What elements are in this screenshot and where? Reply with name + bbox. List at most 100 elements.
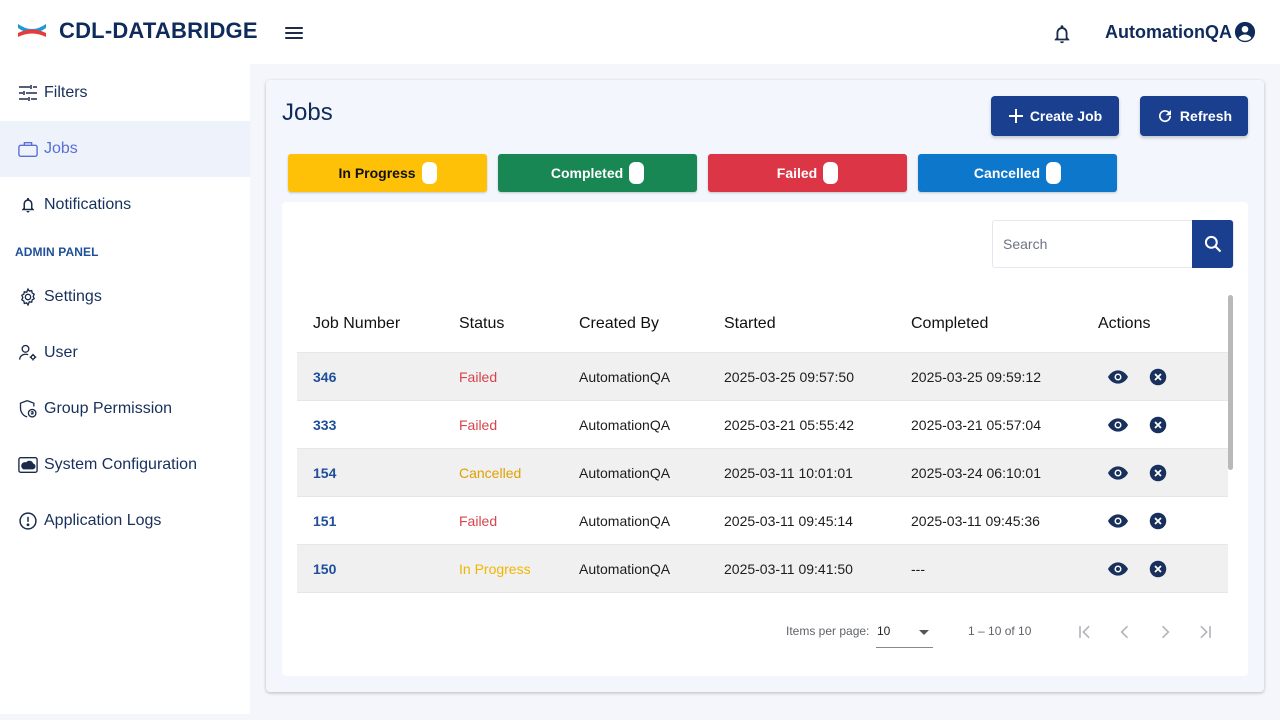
sidebar-item-system-configuration[interactable]: System Configuration — [0, 437, 250, 493]
job-number-link[interactable]: 151 — [313, 513, 336, 529]
shield-icon — [18, 399, 38, 419]
status-chip-label: Failed — [776, 165, 818, 181]
table-row: 346 Failed AutomationQA 2025-03-25 09:57:50… — [297, 353, 1228, 401]
cancel-job-icon[interactable] — [1147, 558, 1169, 580]
job-status: In Progress — [459, 560, 531, 577]
items-per-page-value: 10 — [877, 624, 891, 638]
status-chip-in-progress[interactable]: In Progress — [288, 154, 487, 192]
job-completed: 2025-03-24 06:10:01 — [911, 464, 1041, 481]
first-page-icon — [1079, 625, 1090, 639]
chevron-left-icon — [1120, 625, 1129, 639]
column-header-completed[interactable]: Completed — [911, 315, 1098, 333]
job-started: 2025-03-11 09:41:50 — [724, 560, 853, 577]
dropdown-caret-icon — [919, 630, 929, 635]
job-number-link[interactable]: 154 — [313, 465, 336, 481]
create-job-button[interactable]: Create Job — [991, 96, 1119, 136]
menu-toggle-icon[interactable] — [283, 24, 305, 42]
search-input[interactable] — [993, 221, 1193, 267]
column-header-created-by[interactable]: Created By — [579, 315, 724, 333]
top-bar: CDL-DATABRIDGE AutomationQA — [0, 0, 1280, 64]
job-number-link[interactable]: 346 — [313, 369, 336, 385]
job-completed: --- — [911, 560, 925, 577]
search-box — [992, 220, 1234, 268]
column-header-started[interactable]: Started — [724, 315, 911, 333]
view-eye-icon[interactable] — [1107, 558, 1129, 580]
table-row: 150 In Progress AutomationQA 2025-03-11 09:… — [297, 545, 1228, 593]
status-chip-count — [421, 162, 437, 184]
sidebar-item-jobs[interactable]: Jobs — [0, 121, 250, 177]
cancel-job-icon[interactable] — [1147, 414, 1169, 436]
items-per-page-label: Items per page: — [786, 624, 870, 638]
column-header-actions: Actions — [1098, 315, 1151, 332]
user-menu[interactable]: AutomationQA — [1105, 21, 1256, 43]
job-completed: 2025-03-11 09:45:36 — [911, 512, 1040, 529]
sidebar-item-label: Filters — [44, 84, 88, 101]
refresh-icon — [1158, 110, 1171, 123]
job-completed: 2025-03-21 05:57:04 — [911, 416, 1041, 433]
status-chip-cancelled[interactable]: Cancelled — [918, 154, 1117, 192]
column-header-job-number[interactable]: Job Number — [297, 315, 459, 333]
search-button[interactable] — [1192, 220, 1233, 268]
notifications-bell-icon[interactable] — [1051, 23, 1073, 45]
chevron-right-icon — [1161, 625, 1170, 639]
alert-circle-icon — [18, 511, 38, 531]
column-header-status[interactable]: Status — [459, 315, 579, 333]
gear-icon — [18, 287, 38, 307]
job-number-link[interactable]: 333 — [313, 417, 336, 433]
job-created-by: AutomationQA — [579, 368, 671, 385]
page-range-label: 1 – 10 of 10 — [968, 624, 1032, 638]
view-eye-icon[interactable] — [1107, 414, 1129, 436]
create-job-label: Create Job — [1029, 108, 1103, 124]
job-created-by: AutomationQA — [579, 560, 671, 577]
user-gear-icon — [18, 343, 38, 363]
sidebar-item-user[interactable]: User — [0, 325, 250, 381]
paginator: Items per page: 10 1 – 10 of 10 — [282, 612, 1248, 652]
view-eye-icon[interactable] — [1107, 510, 1129, 532]
job-created-by: AutomationQA — [579, 416, 671, 433]
user-name: AutomationQA — [1105, 21, 1232, 42]
sidebar-item-application-logs[interactable]: Application Logs — [0, 493, 250, 549]
jobs-card: Jobs Create Job Refresh In Progress Comp… — [266, 80, 1264, 692]
status-chip-count — [823, 162, 839, 184]
first-page-button[interactable] — [1073, 620, 1097, 644]
job-started: 2025-03-25 09:57:50 — [724, 368, 854, 385]
brand[interactable]: CDL-DATABRIDGE — [16, 18, 258, 44]
cancel-job-icon[interactable] — [1147, 366, 1169, 388]
status-chip-label: Completed — [550, 165, 624, 181]
sidebar-item-settings[interactable]: Settings — [0, 269, 250, 325]
view-eye-icon[interactable] — [1107, 462, 1129, 484]
sidebar: Filters Jobs Notifications ADMIN PANEL S… — [0, 64, 250, 714]
cancel-job-icon[interactable] — [1147, 462, 1169, 484]
table-body: 346 Failed AutomationQA 2025-03-25 09:57:50… — [297, 353, 1228, 593]
previous-page-button[interactable] — [1113, 620, 1137, 644]
sidebar-item-filters[interactable]: Filters — [0, 65, 250, 121]
sidebar-item-label: Application Logs — [44, 512, 162, 529]
job-started: 2025-03-11 09:45:14 — [724, 512, 853, 529]
brand-name: CDL-DATABRIDGE — [59, 18, 258, 43]
table-scrollbar[interactable] — [1228, 295, 1233, 470]
sidebar-item-label: Notifications — [44, 196, 132, 213]
refresh-button[interactable]: Refresh — [1140, 96, 1248, 136]
status-chip-label: Cancelled — [973, 165, 1041, 181]
items-per-page-select[interactable]: 10 — [876, 618, 933, 648]
last-page-button[interactable] — [1193, 620, 1217, 644]
page-title: Jobs — [282, 99, 333, 126]
view-eye-icon[interactable] — [1107, 366, 1129, 388]
status-chip-failed[interactable]: Failed — [708, 154, 907, 192]
refresh-label: Refresh — [1179, 108, 1233, 124]
sidebar-item-group-permission[interactable]: Group Permission — [0, 381, 250, 437]
sidebar-item-notifications[interactable]: Notifications — [0, 177, 250, 233]
bell-icon — [18, 195, 38, 215]
sidebar-item-label: Jobs — [44, 140, 78, 157]
status-chip-completed[interactable]: Completed — [498, 154, 697, 192]
table-row: 333 Failed AutomationQA 2025-03-21 05:55:42… — [297, 401, 1228, 449]
next-page-button[interactable] — [1153, 620, 1177, 644]
cancel-job-icon[interactable] — [1147, 510, 1169, 532]
plus-icon — [1008, 109, 1023, 123]
cloud-icon — [18, 455, 38, 475]
job-number-link[interactable]: 150 — [313, 561, 336, 577]
job-started: 2025-03-21 05:55:42 — [724, 416, 854, 433]
job-started: 2025-03-11 10:01:01 — [724, 464, 853, 481]
status-chip-count — [629, 162, 645, 184]
sidebar-item-label: Group Permission — [44, 400, 173, 417]
